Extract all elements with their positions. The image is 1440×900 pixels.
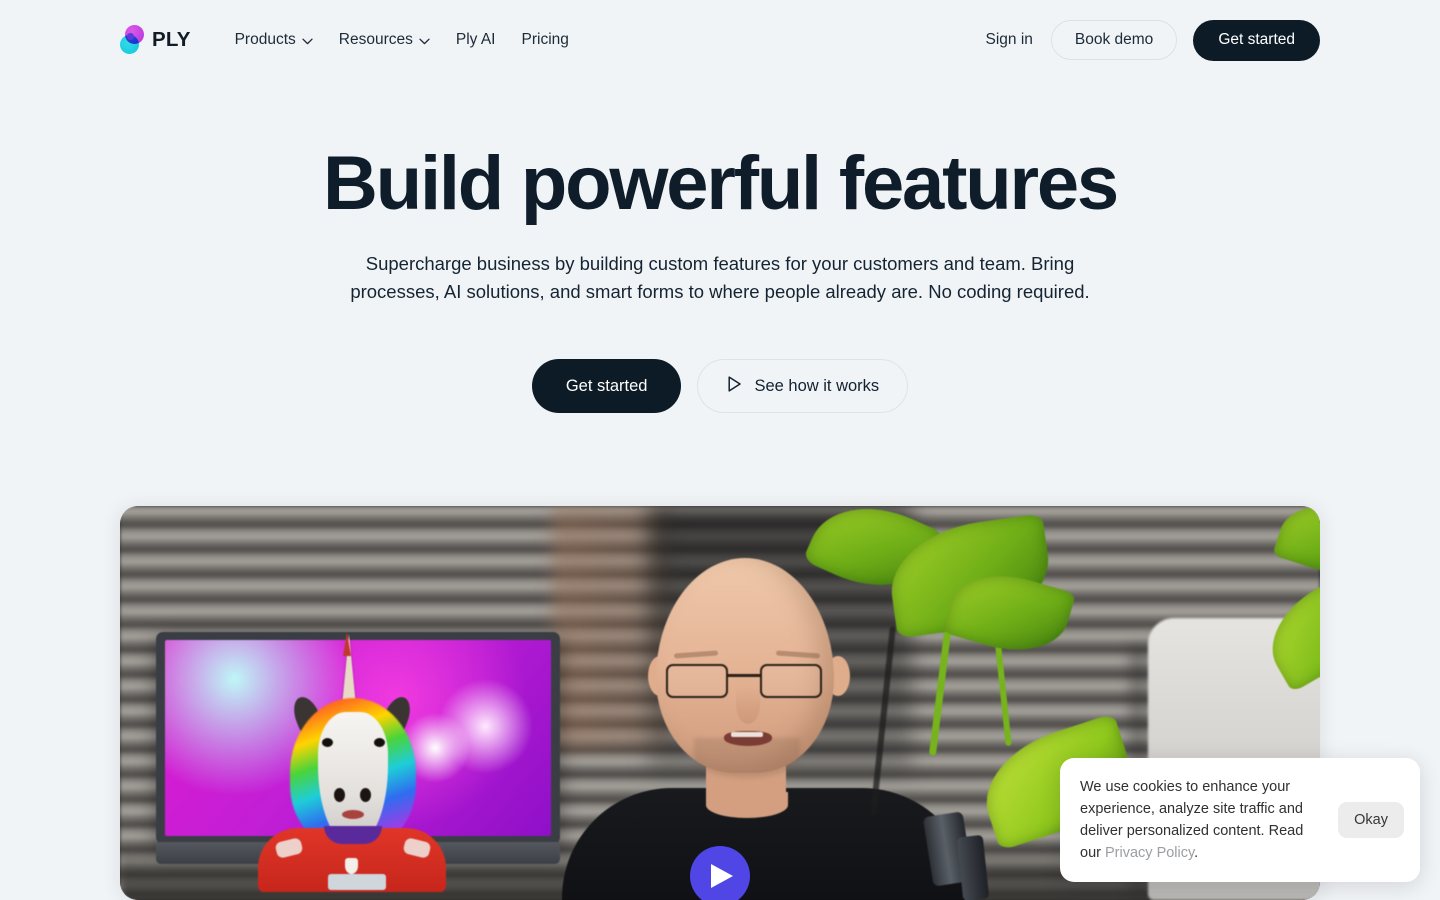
brand-logo-link[interactable]: PLY <box>120 24 191 56</box>
hero-cta-group: Get started See how it works <box>0 359 1440 413</box>
unicorn-nostril-right <box>360 788 371 802</box>
see-how-it-works-label: See how it works <box>754 376 880 395</box>
site-header: PLY Products Resources Ply AI Pricing Si… <box>0 0 1440 80</box>
privacy-policy-link[interactable]: Privacy Policy <box>1105 845 1194 861</box>
eyeglass-lens-right <box>760 664 822 698</box>
cookie-accept-button[interactable]: Okay <box>1338 802 1404 838</box>
chevron-down-icon <box>419 38 430 45</box>
hero-subtitle: Supercharge business by building custom … <box>350 253 1090 302</box>
jersey-crest-badge <box>345 858 358 874</box>
nav-item-resources[interactable]: Resources <box>339 31 430 49</box>
nav-item-ply-ai-label: Ply AI <box>455 31 496 48</box>
play-video-button[interactable] <box>690 846 750 900</box>
cookie-consent-text: We use cookies to enhance your experienc… <box>1080 776 1326 864</box>
eyeglass-lens-left <box>666 664 728 698</box>
landing-page: PLY Products Resources Ply AI Pricing Si… <box>0 0 1440 900</box>
eyeglasses-icon <box>664 660 826 702</box>
presenter-teeth <box>731 732 763 737</box>
presenter-shirt-neckline <box>706 792 788 818</box>
unicorn-nostril-left <box>334 788 345 802</box>
unicorn-horn-tip <box>343 632 351 656</box>
nav-item-ply-ai[interactable]: Ply AI <box>456 31 496 49</box>
unicorn-eye-left <box>322 738 333 747</box>
unicorn-jersey-collar <box>324 826 382 844</box>
eyeglass-bridge <box>728 674 762 677</box>
play-triangle-icon <box>707 864 733 888</box>
hero-section: Build powerful features Supercharge busi… <box>0 140 1440 413</box>
brand-name: PLY <box>152 28 191 51</box>
unicorn-wallpaper-art <box>258 632 446 892</box>
jersey-number-patch <box>328 874 386 890</box>
primary-navigation: Products Resources Ply AI Pricing <box>235 31 569 49</box>
nav-item-resources-label: Resources <box>338 31 413 48</box>
nav-item-products[interactable]: Products <box>235 31 313 49</box>
imac-monitor <box>156 632 560 892</box>
chevron-down-icon <box>302 38 313 45</box>
microphone <box>920 811 990 900</box>
nav-item-pricing-label: Pricing <box>521 31 569 48</box>
logo-overlap-dot <box>127 33 134 40</box>
unicorn-mouth <box>342 810 364 819</box>
see-how-it-works-button[interactable]: See how it works <box>697 359 909 413</box>
microphone-arm <box>956 834 990 900</box>
header-get-started-button[interactable]: Get started <box>1193 19 1320 61</box>
ply-logo-icon <box>120 24 145 56</box>
cookie-text-after: . <box>1194 845 1199 861</box>
presenter-person <box>562 548 972 900</box>
hero-get-started-button[interactable]: Get started <box>531 359 682 413</box>
unicorn-eye-right <box>374 738 385 747</box>
cookie-consent-banner: We use cookies to enhance your experienc… <box>1060 758 1420 882</box>
page-title: Build powerful features <box>323 141 1119 226</box>
play-outline-icon <box>726 375 743 398</box>
sign-in-link[interactable]: Sign in <box>983 25 1034 55</box>
nav-item-pricing[interactable]: Pricing <box>522 31 569 49</box>
book-demo-button[interactable]: Book demo <box>1050 20 1178 60</box>
header-actions: Sign in Book demo Get started <box>983 19 1320 61</box>
nav-item-products-label: Products <box>234 31 296 48</box>
